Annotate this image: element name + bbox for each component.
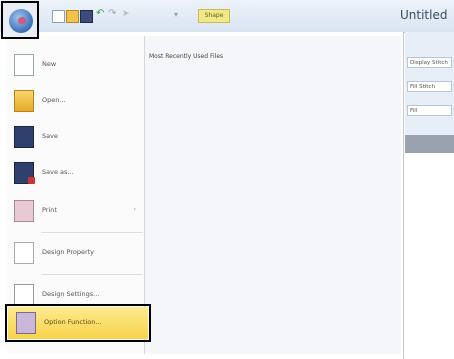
fill-stitch-field[interactable]: Fill Stitch [407, 81, 452, 92]
new-file-icon [14, 54, 34, 76]
design-settings-icon [14, 284, 34, 306]
menu-separator [42, 232, 142, 233]
folder-open-icon [14, 90, 34, 112]
quick-new-icon[interactable] [52, 10, 65, 23]
application-button[interactable] [1, 1, 39, 39]
menu-item-option-content[interactable]: Option Function... [8, 307, 148, 337]
menu-item-label: Design Settings... [42, 290, 100, 298]
menu-item-new[interactable]: New [6, 50, 142, 80]
ribbon-partial: Display Stitch Fill Stitch Fill [405, 32, 454, 152]
menu-item-label: New [42, 60, 57, 68]
title-bar: ↶ ↷ ➤ ▾ Shape Untitled [0, 0, 454, 39]
design-property-icon [14, 242, 34, 264]
fill-field[interactable]: Fill [407, 105, 452, 116]
menu-item-label: Print [42, 206, 57, 214]
qat-dropdown-icon[interactable]: ▾ [174, 10, 185, 21]
display-stitch-field[interactable]: Display Stitch [407, 57, 452, 68]
menu-item-label: Save as... [42, 168, 74, 176]
menu-separator [42, 274, 142, 275]
option-icon [16, 312, 36, 334]
recent-files-title: Most Recently Used Files [149, 53, 224, 60]
quick-open-icon[interactable] [66, 10, 79, 23]
save-disk-icon [14, 126, 34, 148]
menu-item-label: Option Function... [44, 318, 102, 326]
submenu-arrow-icon: › [133, 206, 136, 213]
undo-icon[interactable]: ↶ [96, 8, 107, 19]
window-title: Untitled [400, 8, 448, 22]
menu-item-print[interactable]: Print › [6, 196, 142, 226]
menu-item-label: Design Property [42, 248, 95, 256]
app-logo-icon[interactable] [9, 9, 33, 33]
shape-badge: Shape [198, 9, 230, 23]
quick-save-icon[interactable] [80, 10, 93, 23]
menu-item-label: Save [42, 132, 58, 140]
menu-item-save[interactable]: Save [6, 122, 142, 152]
workspace-area [405, 135, 454, 153]
pointer-icon[interactable]: ➤ [122, 9, 133, 20]
menu-item-option[interactable]: Option Function... [5, 304, 151, 342]
save-as-icon [14, 162, 35, 184]
menu-item-design-property[interactable]: Design Property [6, 238, 142, 268]
redo-icon[interactable]: ↷ [108, 8, 119, 19]
print-icon [14, 200, 34, 222]
recent-files-panel: Most Recently Used Files [145, 36, 401, 354]
menu-item-label: Open... [42, 96, 66, 104]
menu-item-save-as[interactable]: Save as... [6, 158, 142, 188]
menu-item-open[interactable]: Open... [6, 86, 142, 116]
